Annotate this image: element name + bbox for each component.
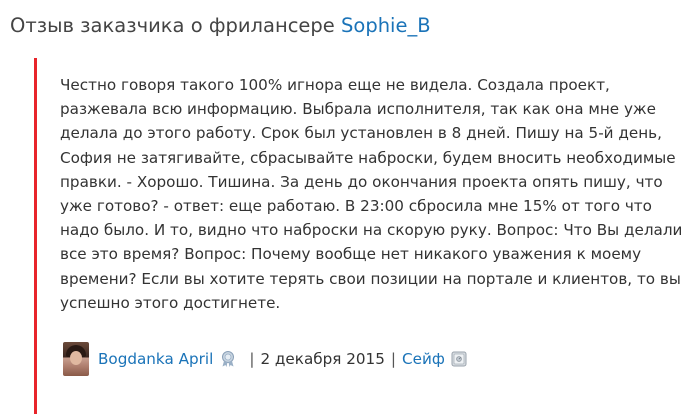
award-badge-icon	[219, 350, 237, 368]
review-line: уже готово? - ответ: еще работаю. В 23:0…	[60, 197, 652, 216]
footer-separator: |	[249, 350, 255, 368]
review-footer: Bogdanka April | 2 декабря 2015 | Сейф	[63, 342, 467, 376]
user-avatar[interactable]	[63, 342, 89, 376]
review-text: Честно говоря такого 100% игнора еще не …	[60, 73, 683, 315]
review-line: правки. - Хорошо. Тишина. За день до око…	[60, 172, 663, 191]
avatar-face	[70, 351, 82, 365]
review-line: надо было. И то, видно что наброски на с…	[60, 221, 683, 240]
freelancer-name-link[interactable]: Sophie_B	[341, 14, 431, 37]
author-name-link[interactable]: Bogdanka April	[98, 350, 213, 368]
review-line: София не затягивайте, сбрасывайте наброс…	[60, 148, 676, 167]
review-line: делала до этого работу. Срок был установ…	[60, 124, 662, 143]
review-line: Честно говоря такого 100% игнора еще не …	[60, 76, 610, 94]
review-line: разжевала всю информацию. Выбрала исполн…	[60, 100, 656, 119]
review-line: времени? Если вы хотите терять свои пози…	[60, 269, 681, 288]
review-line: успешно этого достигнете.	[60, 293, 281, 312]
review-date: 2 декабря 2015	[260, 350, 385, 368]
footer-separator: |	[390, 350, 396, 368]
review-line: все это время? Вопрос: Почему вообще нет…	[60, 245, 642, 264]
page-title: Отзыв заказчика о фрилансере Sophie_B	[10, 14, 431, 38]
quote-accent-bar	[34, 58, 37, 414]
payment-type-link[interactable]: Сейф	[402, 350, 445, 368]
page-title-prefix: Отзыв заказчика о фрилансере	[10, 14, 335, 37]
safe-icon	[451, 351, 467, 367]
